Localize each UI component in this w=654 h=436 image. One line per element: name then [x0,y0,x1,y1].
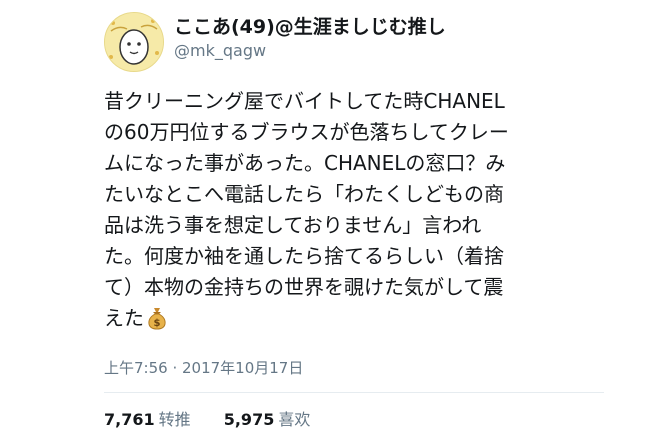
likes-label: 喜欢 [278,410,311,429]
svg-text:$: $ [154,318,161,329]
tweet-card: ここあ(49)@生涯ましじむ推し @mk_qagw 昔クリーニング屋でバイトして… [0,0,654,436]
tweet-line: の60万円位するブラウスが色落ちしてクレー [104,120,509,144]
tweet-line: たいなとこへ電話したら「わたくしどもの商 [104,182,504,206]
tweet-line: た。何度か袖を通したら捨てるらしい（着捨 [104,244,504,268]
user-info: ここあ(49)@生涯ましじむ推し @mk_qagw [174,14,614,62]
tweet-line: 品は洗う事を想定しておりません」言われ [104,213,482,237]
tweet-line: 昔クリーニング屋でバイトしてた時CHANEL [104,89,505,113]
tweet-line: て）本物の金持ちの世界を覗けた気がして震 [104,275,504,299]
retweets-stat[interactable]: 7,761 转推 [104,409,191,431]
retweets-count: 7,761 [104,410,155,429]
tweet-timestamp[interactable]: 上午7:56 · 2017年10月17日 [104,358,303,378]
tweet-line-last: えた $ [104,303,604,334]
money-bag-icon: $ [146,306,168,339]
user-handle[interactable]: @mk_qagw [174,40,614,62]
retweets-label: 转推 [158,410,191,429]
tweet-stats: 7,761 转推 5,975 喜欢 [104,409,338,431]
tweet-line-text: えた [104,306,144,330]
tweet-header: ここあ(49)@生涯ましじむ推し @mk_qagw [104,12,624,74]
divider [104,392,604,393]
likes-stat[interactable]: 5,975 喜欢 [224,409,311,431]
avatar[interactable] [104,12,164,72]
tweet-text: 昔クリーニング屋でバイトしてた時CHANEL の60万円位するブラウスが色落ちし… [104,86,604,334]
display-name[interactable]: ここあ(49)@生涯ましじむ推し [174,14,614,40]
cartoon-egg-avatar-icon [105,13,163,71]
likes-count: 5,975 [223,410,275,429]
tweet-line: ムになった事があった。CHANELの窓口？み [104,151,506,175]
